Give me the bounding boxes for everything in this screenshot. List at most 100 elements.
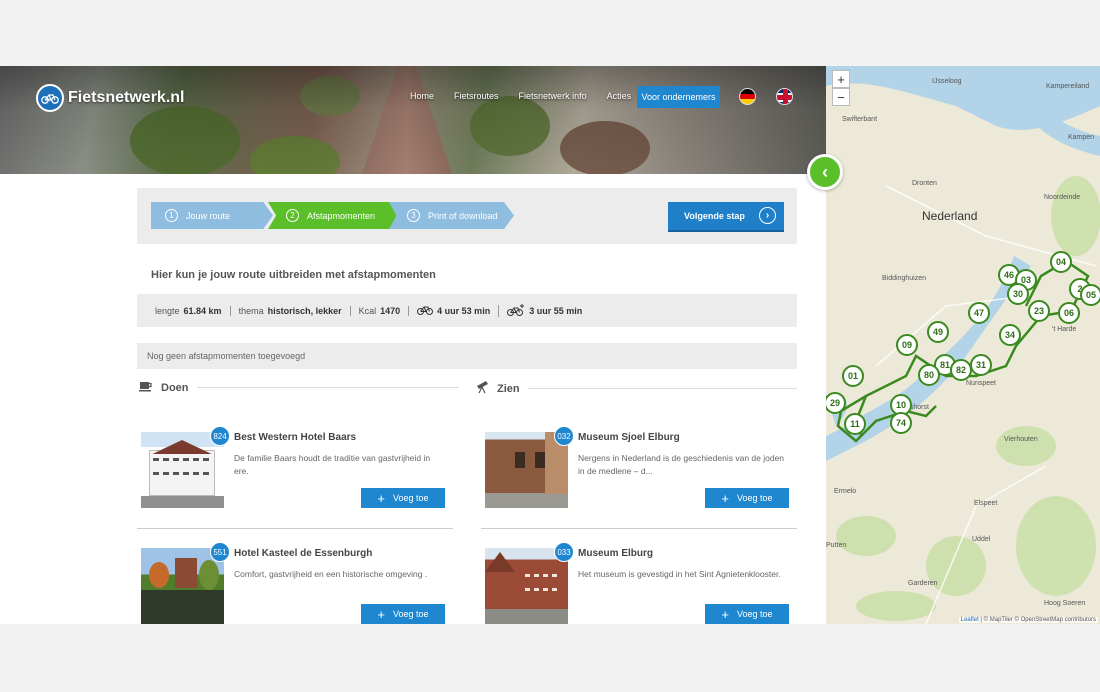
card-badge: 033 (554, 542, 574, 562)
step-afstapmomenten[interactable]: 2 Afstapmomenten (268, 202, 403, 229)
thema-value: historisch, lekker (267, 305, 342, 316)
card-desc: De familie Baars houdt de traditie van g… (234, 453, 431, 476)
route-node-pin[interactable]: 74 (890, 412, 912, 434)
hotel-baars-photo (141, 432, 224, 508)
map-label: 't Harde (1052, 326, 1077, 333)
lengte-label: lengte (155, 305, 180, 316)
bike-time-value: 4 uur 53 min (437, 305, 491, 316)
plus-icon: + (721, 606, 730, 622)
nav-fietsroutes[interactable]: Fietsroutes (454, 91, 499, 101)
zoom-in-button[interactable]: + (832, 70, 850, 88)
step-label: Afstapmomenten (307, 210, 376, 221)
map-label: Nunspeet (966, 380, 996, 387)
voeg-toe-button[interactable]: + Voeg toe (705, 488, 789, 508)
afstap-card: 032 Museum Sjoel Elburg Nergens in Neder… (481, 418, 797, 534)
step-jouw-route[interactable]: 1 Jouw route (151, 202, 273, 229)
route-node-pin[interactable]: 09 (896, 334, 918, 356)
route-node-pin[interactable]: 06 (1058, 302, 1080, 324)
leaflet-link[interactable]: Leaflet (961, 617, 979, 623)
route-node-pin[interactable]: 49 (927, 321, 949, 343)
card-desc: Comfort, gastvrijheid en een historische… (234, 569, 428, 579)
route-node-pin[interactable]: 05 (1080, 284, 1100, 306)
volgende-stap-button[interactable]: Volgende stap › (668, 202, 784, 230)
map-label: Dronten (912, 180, 937, 187)
attribution-text: | © MapTiler © OpenStreetMap contributor… (978, 617, 1096, 623)
zoom-out-button[interactable]: − (832, 88, 850, 106)
map-canvas (826, 66, 1100, 624)
kcal-value: 1470 (380, 305, 401, 316)
route-node-pin[interactable]: 80 (918, 364, 940, 386)
map-label: Noordeinde (1044, 194, 1081, 201)
flag-de-icon[interactable] (739, 88, 756, 105)
step-print-of-download[interactable]: 3 Print of download (389, 202, 514, 229)
voeg-toe-label: Voeg toe (393, 609, 429, 619)
map-label: Garderen (908, 580, 938, 587)
route-map[interactable]: + − IJsseloog Kampereiland Swifterbant K… (826, 66, 1100, 624)
flag-uk-icon[interactable] (776, 88, 793, 105)
next-label: Volgende stap (684, 211, 745, 221)
map-label: Kampereiland (1046, 83, 1090, 90)
route-node-pin[interactable]: 47 (968, 302, 990, 324)
voeg-toe-label: Voeg toe (737, 493, 773, 503)
afstap-card: 551 Hotel Kasteel de Essenburgh Comfort,… (137, 534, 453, 624)
map-label: Putten (826, 542, 847, 549)
empty-afstapmomenten: Nog geen afstapmomenten toegevoegd (137, 343, 797, 369)
card-title[interactable]: Museum Elburg (578, 548, 653, 559)
map-label: Vierhouten (1004, 436, 1038, 443)
route-node-pin[interactable]: 30 (1007, 283, 1029, 305)
lengte-value: 61.84 km (183, 305, 222, 316)
route-node-pin[interactable]: 01 (842, 365, 864, 387)
chevron-left-icon: ‹ (822, 161, 828, 182)
card-title[interactable]: Museum Sjoel Elburg (578, 432, 680, 443)
chevron-right-icon: › (759, 207, 776, 224)
voeg-toe-button[interactable]: + Voeg toe (705, 604, 789, 624)
nav-fietsnetwerk-info[interactable]: Fietsnetwerk info (519, 91, 587, 101)
museum-sjoel-photo (485, 432, 568, 508)
route-node-pin[interactable]: 82 (950, 359, 972, 381)
map-label: Biddinghuizen (882, 275, 926, 282)
main-nav: Home Fietsroutes Fietsnetwerk info Actie… (410, 91, 651, 101)
card-desc: Nergens in Nederland is de geschiedenis … (578, 453, 785, 476)
map-label: Swifterbant (842, 116, 878, 123)
route-node-pin[interactable]: 11 (844, 413, 866, 435)
route-node-pin[interactable]: 34 (999, 324, 1021, 346)
voeg-toe-button[interactable]: + Voeg toe (361, 488, 445, 508)
nav-acties[interactable]: Acties (607, 91, 632, 101)
afstap-card: 824 Best Western Hotel Baars De familie … (137, 418, 453, 534)
card-title[interactable]: Best Western Hotel Baars (234, 432, 356, 443)
route-node-pin[interactable]: 04 (1050, 251, 1072, 273)
voeg-toe-button[interactable]: + Voeg toe (361, 604, 445, 624)
route-node-pin[interactable]: 31 (970, 354, 992, 376)
map-country-label: Nederland (922, 209, 978, 223)
step-label: Print of download (428, 210, 498, 221)
step-number: 1 (165, 209, 178, 222)
bike-logo-icon (36, 84, 64, 112)
map-attribution: Leaflet | © MapTiler © OpenStreetMap con… (958, 617, 1098, 623)
map-label: Kampen (1068, 134, 1095, 141)
plus-icon: + (377, 490, 386, 506)
section-zien: Zien (475, 380, 797, 397)
route-node-pin[interactable]: 23 (1028, 300, 1050, 322)
hero-banner: Fietsnetwerk.nl Home Fietsroutes Fietsne… (0, 66, 826, 174)
voor-ondernemers-button[interactable]: Voor ondernemers (637, 86, 720, 108)
map-label: Hoog Soeren (1044, 600, 1086, 607)
hotel-essenburgh-photo (141, 548, 224, 624)
collapse-map-button[interactable]: ‹ (807, 154, 843, 190)
step-number: 3 (407, 209, 420, 222)
museum-elburg-photo (485, 548, 568, 624)
section-doen-title: Doen (161, 381, 189, 394)
card-badge: 032 (554, 426, 574, 446)
voeg-toe-label: Voeg toe (737, 609, 773, 619)
nav-home[interactable]: Home (410, 91, 434, 101)
step-label: Jouw route (186, 210, 231, 221)
ebike-icon (507, 303, 525, 318)
section-doen: Doen (139, 380, 459, 395)
card-title[interactable]: Hotel Kasteel de Essenburgh (234, 548, 372, 559)
coffee-cup-icon (139, 380, 153, 395)
intro-heading: Hier kun je jouw route uitbreiden met af… (151, 269, 436, 281)
logo[interactable]: Fietsnetwerk.nl (36, 84, 184, 112)
ebike-time-value: 3 uur 55 min (529, 305, 583, 316)
afstap-card: 033 Museum Elburg Het museum is gevestig… (481, 534, 797, 624)
step-number: 2 (286, 209, 299, 222)
kcal-label: Kcal (358, 305, 377, 316)
